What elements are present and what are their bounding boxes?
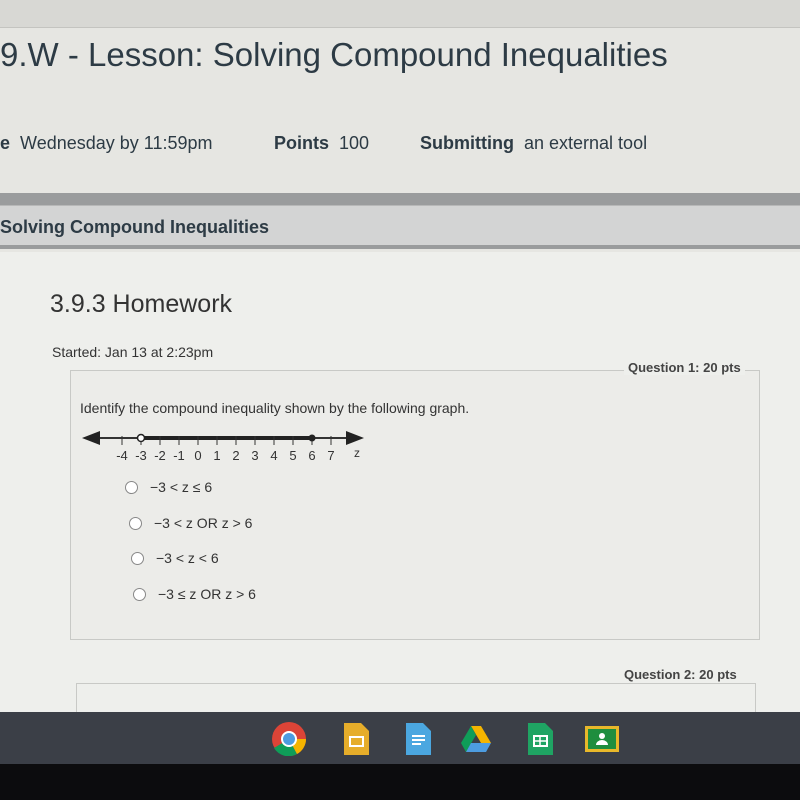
tick-label: 0 bbox=[194, 448, 201, 463]
taskbar bbox=[0, 712, 800, 764]
tick-label: 6 bbox=[308, 448, 315, 463]
radio-button[interactable] bbox=[133, 587, 146, 601]
tick-label: -3 bbox=[135, 448, 147, 463]
module-title: Solving Compound Inequalities bbox=[0, 217, 270, 237]
radio-button[interactable] bbox=[131, 551, 144, 565]
classroom-icon[interactable] bbox=[584, 722, 620, 756]
drive-icon[interactable] bbox=[459, 722, 493, 756]
page-title: 9.W - Lesson: Solving Compound Inequalit… bbox=[0, 36, 668, 73]
tick-label: 4 bbox=[270, 448, 277, 463]
right-arrow-icon bbox=[346, 431, 364, 445]
question-prompt: Identify the compound inequality shown b… bbox=[80, 400, 470, 416]
due-value: Wednesday by 11:59pm bbox=[20, 133, 213, 153]
option-1[interactable]: −3 < z ≤ 6 bbox=[125, 479, 212, 495]
tick-label: -1 bbox=[173, 448, 185, 463]
points-value: 100 bbox=[339, 133, 370, 153]
tick-label: 3 bbox=[251, 448, 258, 463]
assignment-title: 3.9.3 Homework bbox=[50, 290, 233, 318]
option-3[interactable]: −3 < z < 6 bbox=[131, 550, 219, 566]
option-2[interactable]: −3 < z OR z > 6 bbox=[129, 515, 252, 531]
submitting: Submitting an external tool bbox=[420, 133, 647, 154]
slides-icon[interactable] bbox=[339, 722, 373, 756]
started-time: Started: Jan 13 at 2:23pm bbox=[52, 344, 214, 360]
variable-label: z bbox=[354, 446, 360, 460]
submitting-value: an external tool bbox=[524, 133, 648, 153]
due-date: e Wednesday by 11:59pm bbox=[0, 133, 213, 154]
tick-label: 1 bbox=[213, 448, 220, 463]
points: Points 100 bbox=[274, 133, 369, 154]
question-1-label: Question 1: 20 pts bbox=[624, 360, 745, 375]
open-point bbox=[136, 433, 146, 443]
option-label: −3 < z < 6 bbox=[156, 550, 219, 566]
sheets-icon[interactable] bbox=[523, 722, 557, 756]
number-line: -4 -3 -2 -1 0 1 2 3 4 5 6 7 z bbox=[82, 431, 364, 463]
points-label: Points bbox=[274, 133, 330, 153]
tick-label: -4 bbox=[116, 448, 128, 463]
option-label: −3 ≤ z OR z > 6 bbox=[158, 586, 256, 602]
screen: 9.W - Lesson: Solving Compound Inequalit… bbox=[0, 0, 800, 723]
option-4[interactable]: −3 ≤ z OR z > 6 bbox=[133, 586, 256, 602]
tick-label: 2 bbox=[232, 448, 239, 463]
tick-label: 5 bbox=[289, 448, 296, 463]
due-label: e bbox=[0, 133, 11, 153]
submitting-label: Submitting bbox=[420, 133, 514, 153]
option-label: −3 < z ≤ 6 bbox=[150, 479, 213, 495]
left-arrow-icon bbox=[82, 431, 100, 445]
tick-label: -2 bbox=[154, 448, 166, 463]
radio-button[interactable] bbox=[125, 480, 138, 494]
tick-label: 7 bbox=[327, 448, 334, 463]
closed-point bbox=[308, 434, 316, 442]
radio-button[interactable] bbox=[129, 516, 142, 530]
docs-icon[interactable] bbox=[401, 722, 435, 756]
chrome-icon[interactable] bbox=[272, 722, 306, 756]
browser-strip bbox=[0, 0, 800, 28]
question-2-label: Question 2: 20 pts bbox=[620, 667, 741, 682]
option-label: −3 < z OR z > 6 bbox=[154, 515, 253, 531]
